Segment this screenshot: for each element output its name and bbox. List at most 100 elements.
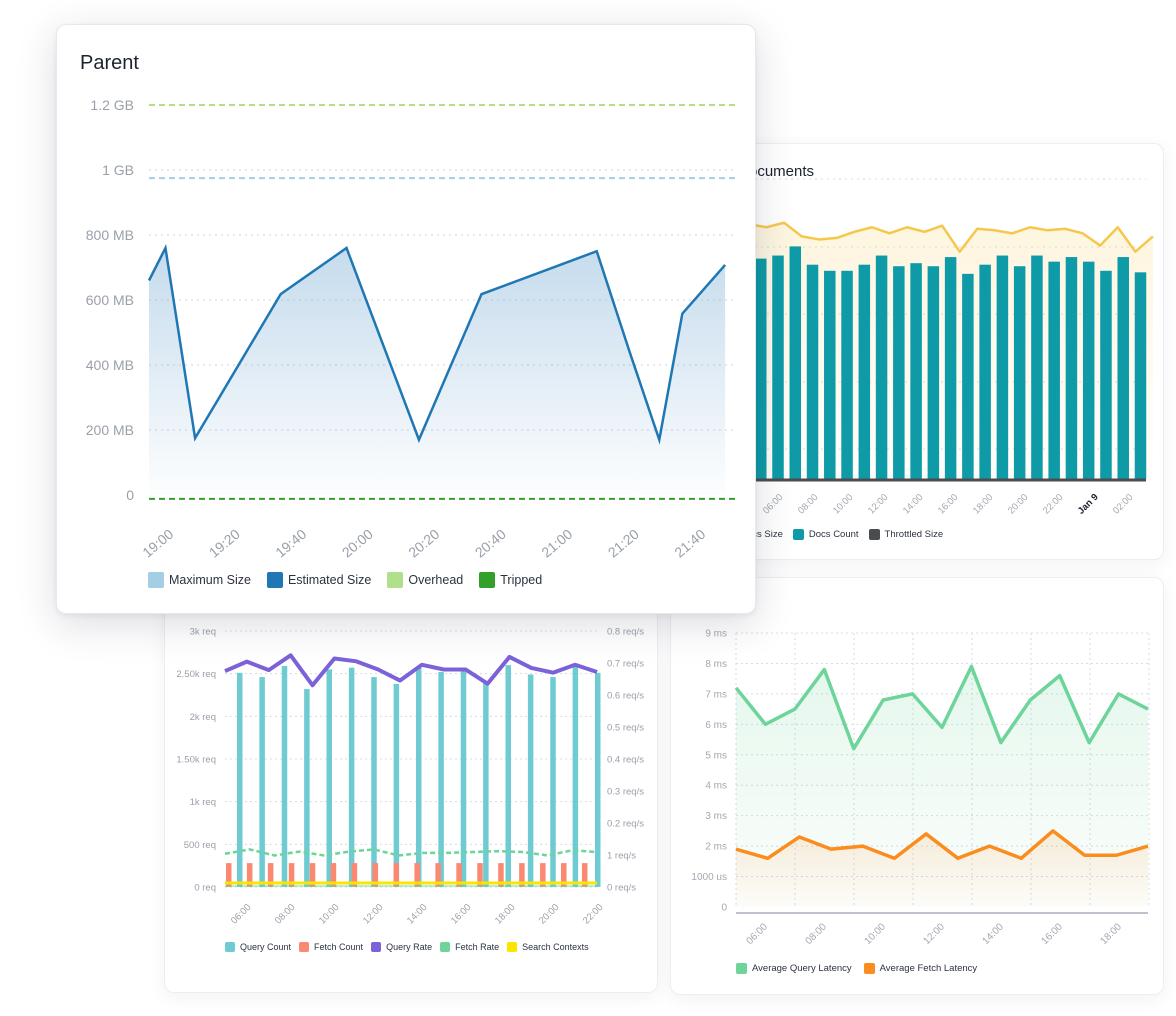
x-tick-label: 18:00 <box>1098 921 1124 947</box>
legend-swatch <box>863 963 875 974</box>
legend-item[interactable]: Fetch Rate <box>440 942 499 952</box>
legend-swatch <box>299 942 310 952</box>
y-tick-label: 4 ms <box>705 781 727 792</box>
y-tick-label: 0 <box>126 487 134 503</box>
legend-item[interactable]: Throttled Size <box>868 529 944 540</box>
y-tick-label: 600 MB <box>86 292 134 308</box>
legend-label: Query Rate <box>386 942 433 952</box>
y-tick-label: 6 ms <box>705 720 727 731</box>
y-tick-label: 1000 us <box>691 872 727 883</box>
docs-count-bar <box>1117 257 1129 479</box>
x-tick-label: 16:00 <box>936 492 961 517</box>
legend-item[interactable]: Maximum Size <box>148 572 251 588</box>
x-tick-label: 19:00 <box>139 526 176 561</box>
legend-swatch <box>266 572 283 588</box>
docs-count-bar <box>1082 261 1095 479</box>
docs-count-bar <box>806 264 819 479</box>
y-tick-label: 7 ms <box>705 689 727 700</box>
x-tick-label: 06:00 <box>229 902 254 927</box>
legend-label: Docs Count <box>808 529 859 540</box>
docs-count-bar <box>841 270 853 479</box>
x-tick-label: 08:00 <box>273 902 298 927</box>
y-right-tick-label: 1 req/s <box>607 851 636 862</box>
search-chart: 0 req 500 req 1k req 1.50k req 2k req 2.50k r… <box>176 627 644 927</box>
docs-count-bar <box>1100 270 1112 479</box>
x-tick-label: 08:00 <box>803 921 829 947</box>
search-legend: Query Count Fetch Count Query Rate Fetch Ra… <box>225 942 597 952</box>
query-count-bar <box>527 674 534 887</box>
legend-label: Tripped <box>500 573 543 587</box>
legend-label: Overhead <box>408 573 464 587</box>
x-tick-label: 22:00 <box>581 902 606 927</box>
x-tick-label: 08:00 <box>796 492 821 517</box>
legend-label: Average Query Latency <box>752 963 852 974</box>
latency-legend: Average Query Latency Average Fetch Laten… <box>736 963 989 974</box>
legend-item[interactable]: Tripped <box>479 572 542 588</box>
y-tick-label: 5 ms <box>705 750 727 761</box>
y-right-tick-label: 0.6 req/s <box>607 691 644 702</box>
y-tick-label: 3 ms <box>705 811 727 822</box>
legend-item[interactable]: Average Fetch Latency <box>863 963 978 974</box>
search-card: 0 req 500 req 1k req 1.50k req 2k req 2.50k r… <box>164 575 658 993</box>
legend-label: Search Contexts <box>522 942 589 952</box>
y-tick-label: 200 MB <box>86 422 134 438</box>
query-count-bar <box>572 666 579 887</box>
parent-chart: 0 200 MB 400 MB 600 MB 800 MB 1 GB 1.2 GB 19:00… <box>86 97 735 561</box>
x-tick-label: 19:20 <box>206 526 243 561</box>
legend-swatch <box>792 529 804 540</box>
x-tick-label: 20:40 <box>472 526 509 561</box>
x-tick-label: 20:00 <box>1006 492 1031 517</box>
documents-card: ocuments 06:00 08:00 10:00 12:00 14:00 16:00 1… <box>700 143 1164 560</box>
legend-item[interactable]: Search Contexts <box>507 942 589 952</box>
docs-count-bar <box>858 264 871 479</box>
query-count-bar <box>460 669 467 887</box>
legend-label: Average Fetch Latency <box>879 963 978 974</box>
legend-swatch <box>225 942 235 952</box>
x-tick-label: 10:00 <box>862 921 888 947</box>
y-left-tick-label: 2.50k req <box>176 669 216 680</box>
legend-swatch <box>148 572 164 588</box>
docs-count-bar <box>824 270 836 479</box>
x-tick-label: 22:00 <box>1041 492 1066 517</box>
documents-chart: 06:00 08:00 10:00 12:00 14:00 16:00 18:00 20:00… <box>748 178 1154 517</box>
y-left-tick-label: 500 req <box>184 840 216 851</box>
legend-swatch <box>736 963 747 974</box>
legend-item[interactable]: Average Query Latency <box>736 963 852 974</box>
y-tick-label: 800 MB <box>86 227 134 243</box>
docs-count-bar <box>927 266 940 479</box>
y-right-tick-label: 0 req/s <box>607 883 636 894</box>
legend-label: Estimated Size <box>287 573 372 587</box>
legend-item[interactable]: Fetch Count <box>299 942 363 952</box>
legend-item[interactable]: Docs Count <box>792 529 859 540</box>
legend-item[interactable]: Query Rate <box>371 942 432 952</box>
legend-item[interactable]: Overhead <box>387 572 463 588</box>
y-left-tick-label: 1k req <box>190 797 216 808</box>
y-tick-label: 400 MB <box>86 357 134 373</box>
y-right-tick-label: 0.5 req/s <box>607 723 644 734</box>
y-right-tick-label: 0.4 req/s <box>607 755 644 766</box>
x-tick-label: 18:00 <box>493 902 518 927</box>
query-count-bar <box>304 689 310 887</box>
y-tick-label: 8 ms <box>705 659 727 670</box>
legend-label: Fetch Rate <box>455 942 500 952</box>
query-count-bar <box>505 665 511 887</box>
legend-swatch <box>507 942 518 952</box>
legend-label: Throttled Size <box>884 529 944 540</box>
legend-item[interactable]: Estimated Size <box>266 572 372 588</box>
x-tick-label: 10:00 <box>831 492 856 517</box>
y-left-tick-label: 0 req <box>194 883 216 894</box>
legend-item[interactable]: Query Count <box>225 942 291 952</box>
y-tick-label: 2 ms <box>705 842 727 853</box>
docs-count-bar <box>910 263 922 479</box>
docs-count-bar <box>755 258 767 479</box>
parent-card: Parent 0 200 MB 400 MB 600 MB 800 MB 1 GB 1.2 … <box>56 24 756 614</box>
x-tick-label: 19:40 <box>272 526 309 561</box>
x-tick-label: 20:00 <box>339 526 376 561</box>
docs-count-bar <box>875 255 888 479</box>
docs-count-bar <box>1031 255 1043 479</box>
x-tick-label: 16:00 <box>1039 921 1065 947</box>
legend-swatch <box>440 942 451 952</box>
latency-chart: 0 1000 us 2 ms 3 ms 4 ms 5 ms 6 ms 7 ms 8 ms 9 ms… <box>691 629 1150 947</box>
x-tick-label: 14:00 <box>980 921 1006 947</box>
y-tick-label: 9 ms <box>705 629 727 640</box>
